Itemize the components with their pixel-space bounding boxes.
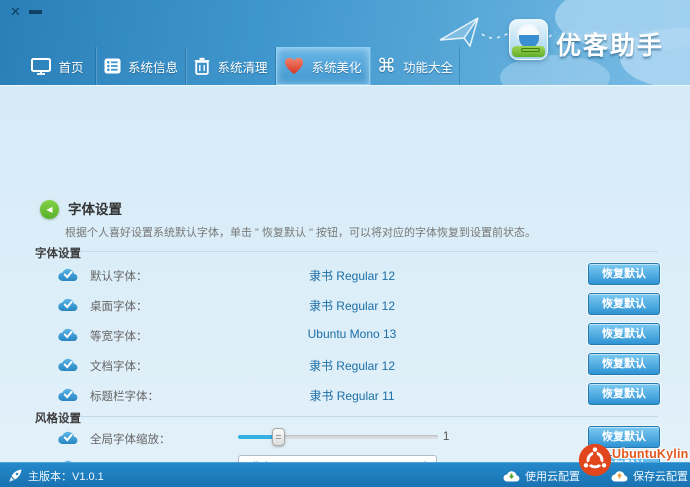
nav-tabs: 首页 系统信息 系统清理 [20,47,460,85]
tab-label: 首页 [58,57,83,76]
cloud-check-icon [58,267,78,282]
close-icon[interactable]: ✕ [10,5,21,18]
save-cloud-label: 保存云配置 [633,468,688,484]
cloud-upload-icon [611,469,628,482]
font-row-value: 隶书 Regular 12 [252,267,452,284]
font-row-value: 隶书 Regular 12 [252,297,452,314]
cloud-check-icon [58,387,78,402]
robot-base [512,46,545,57]
slider-row-label: 全局字体缩放： [90,431,171,447]
save-cloud-config-button[interactable]: 保存云配置 [611,463,688,487]
header: ✕ ▬ 优客助手 首页 [0,0,690,85]
cloud-download-icon [503,469,520,482]
app-logo [509,19,548,60]
tab-label: 系统信息 [128,57,178,76]
cloud-check-icon [58,357,78,372]
font-row-value: 隶书 Regular 12 [252,357,452,374]
back-button[interactable]: ◀ [40,200,59,219]
slider-value: 1 [443,431,449,443]
restore-default-button[interactable]: 恢复默认 [588,263,660,285]
restore-default-button[interactable]: 恢复默认 [588,323,660,345]
section-divider [80,251,658,252]
rocket-icon [8,468,23,483]
tab-label: 系统美化 [311,57,361,76]
section-divider [80,416,658,417]
restore-default-button[interactable]: 恢复默认 [588,383,660,405]
font-row-value: 隶书 Regular 11 [252,387,452,404]
command-icon: ⌘ [377,57,396,76]
page-description: 根据个人喜好设置系统默认字体，单击 " 恢复默认 " 按钮，可以将对应的字体恢复… [65,224,536,240]
tab-home[interactable]: 首页 [20,47,96,85]
tab-label: 功能大全 [403,57,453,76]
app-title: 优客助手 [556,26,664,62]
cloud-check-icon [58,327,78,342]
restore-default-button[interactable]: 恢复默认 [588,353,660,375]
font-scale-slider-handle[interactable] [272,428,285,446]
robot-grille [521,48,540,52]
content-panel: ◀ 字体设置 根据个人喜好设置系统默认字体，单击 " 恢复默认 " 按钮，可以将… [0,85,690,462]
font-section-title: 字体设置 [35,245,81,261]
trash-icon [194,57,210,75]
font-row-label: 文档字体： [90,358,148,374]
tab-system-info[interactable]: 系统信息 [96,47,186,85]
font-row-label: 桌面字体： [90,298,148,314]
info-list-icon [104,58,121,74]
app-window: ✕ ▬ 优客助手 首页 [0,0,690,487]
ubuntukylin-logo-icon [578,443,612,477]
version-status: 主版本：V1.0.1 [8,463,104,487]
use-cloud-label: 使用云配置 [525,468,580,484]
font-row-value: Ubuntu Mono 13 [252,327,452,341]
version-text: 主版本：V1.0.1 [28,468,104,484]
use-cloud-config-button[interactable]: 使用云配置 [503,463,580,487]
heart-icon [284,57,304,75]
tab-all-features[interactable]: ⌘ 功能大全 [370,47,460,85]
cloud-check-icon [58,297,78,312]
font-row-label: 等宽字体： [90,328,148,344]
font-row-label: 标题栏字体： [90,388,159,404]
font-row-label: 默认字体： [90,268,148,284]
restore-default-button[interactable]: 恢复默认 [588,293,660,315]
tab-system-cleanup[interactable]: 系统清理 [186,47,276,85]
monitor-icon [31,58,51,75]
style-section-title: 风格设置 [35,410,81,426]
font-scale-slider-track[interactable] [238,435,438,439]
tab-label: 系统清理 [217,57,267,76]
tab-system-beautify[interactable]: 系统美化 [276,47,370,85]
robot-helmet [517,24,541,48]
minimize-icon[interactable]: ▬ [29,3,42,16]
cloud-check-icon [58,430,78,445]
page-title: 字体设置 [68,198,122,218]
ubuntukylin-brand-text: UbuntuKylin [612,447,689,461]
